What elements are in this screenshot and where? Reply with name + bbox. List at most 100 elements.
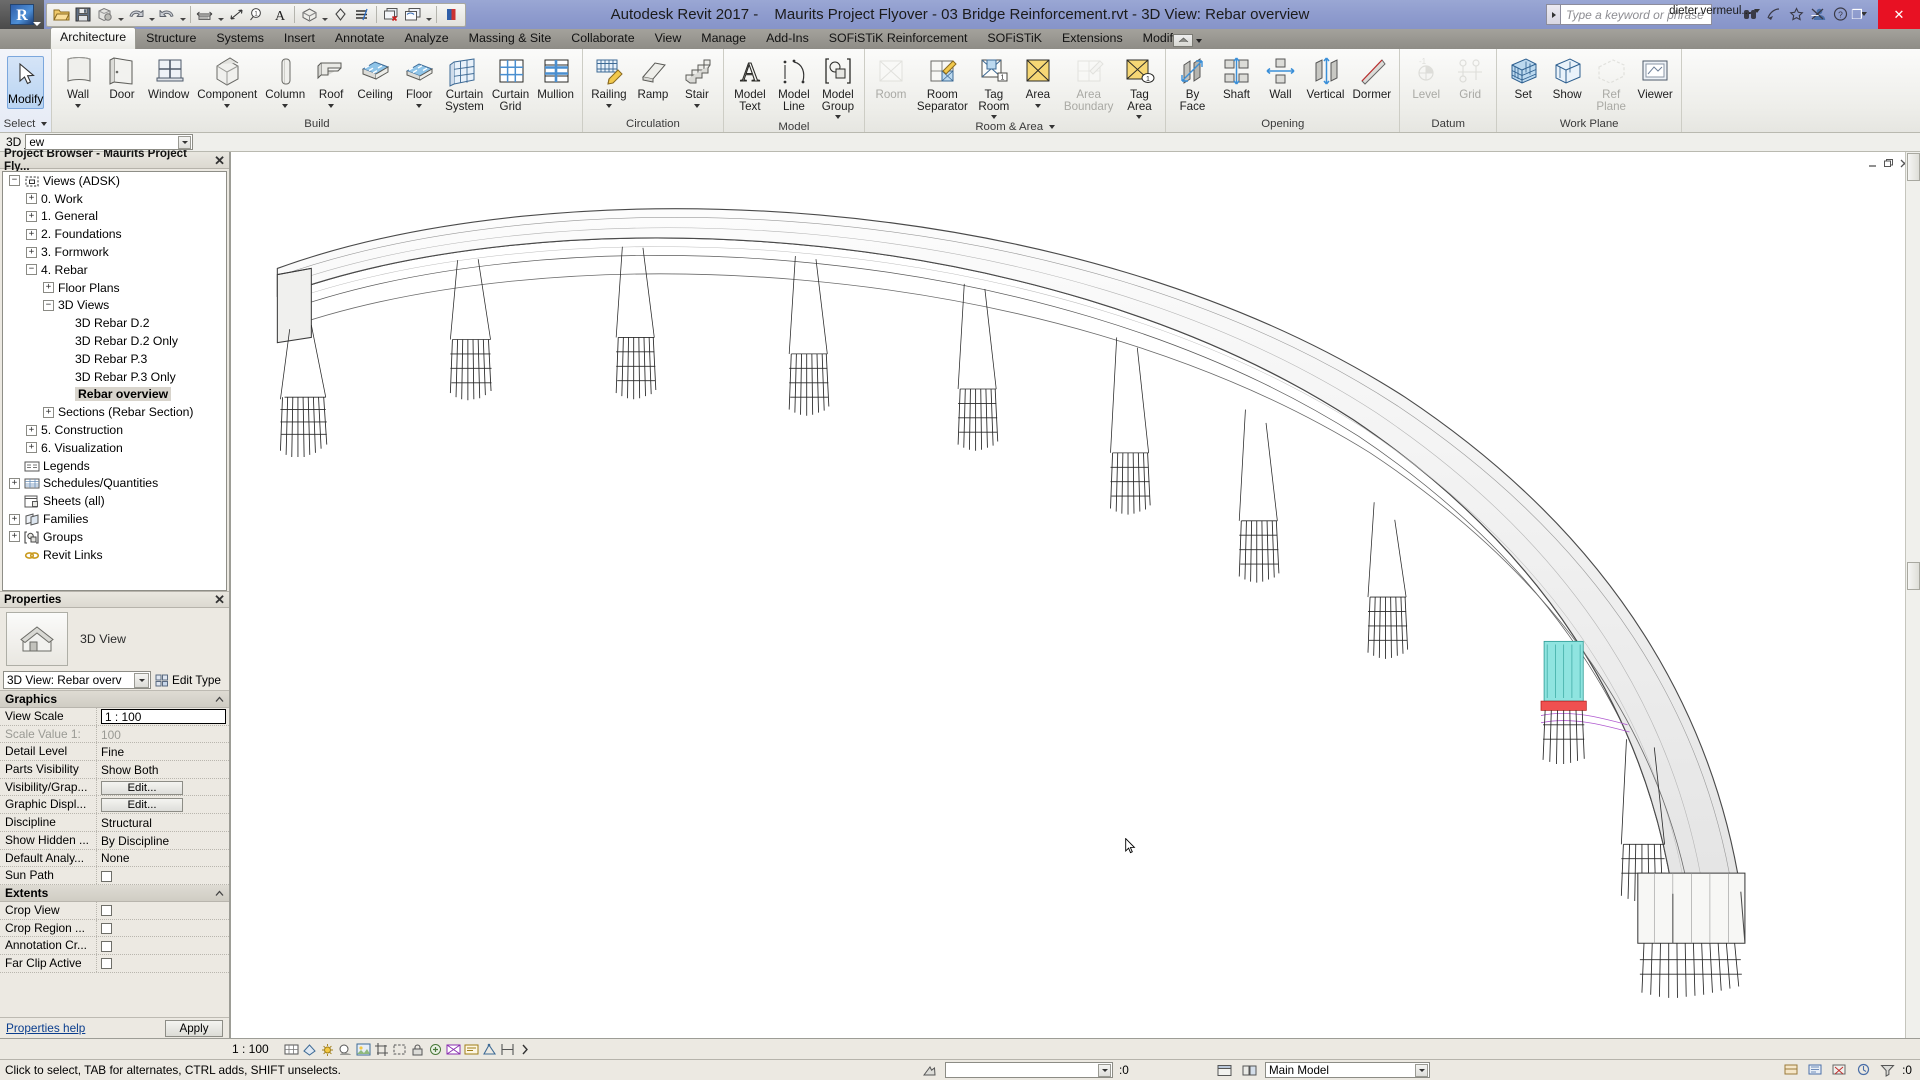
tree-item[interactable]: Sheets (all): [3, 492, 226, 510]
modify-button[interactable]: Modify: [7, 56, 45, 109]
thin-lines-icon[interactable]: [351, 4, 373, 25]
property-row[interactable]: Crop Region ...: [0, 919, 229, 938]
export-dropdown-icon[interactable]: [116, 5, 125, 25]
property-row[interactable]: Detail Level Fine: [0, 743, 229, 762]
chevron-down-icon[interactable]: [328, 103, 335, 108]
ribbon-button-ramp[interactable]: Ramp: [631, 52, 675, 104]
property-checkbox[interactable]: [101, 922, 112, 934]
design-options-icon[interactable]: [1241, 1062, 1258, 1079]
default-3d-view-icon[interactable]: [298, 4, 320, 25]
view-scale-label[interactable]: 1 : 100: [232, 1042, 269, 1056]
expand-icon[interactable]: +: [26, 193, 37, 205]
property-row[interactable]: Graphic Displ... Edit...: [0, 796, 229, 815]
vertical-scrollbar[interactable]: [1905, 152, 1920, 1038]
tab-analyze[interactable]: Analyze: [395, 29, 459, 49]
property-value-cell[interactable]: [97, 919, 229, 937]
property-group-graphics[interactable]: Graphics: [0, 691, 229, 708]
properties-table[interactable]: Graphics View Scale 1 : 100 Scale Value 1: 1…: [0, 690, 229, 1017]
analytical-model-icon[interactable]: [481, 1040, 498, 1059]
tab-structure[interactable]: Structure: [136, 29, 206, 49]
press-drag-icon[interactable]: [921, 1062, 938, 1079]
chevron-down-icon[interactable]: [178, 136, 192, 149]
redo-dropdown-icon[interactable]: [178, 5, 187, 25]
chevron-down-icon[interactable]: [834, 115, 841, 120]
tree-item[interactable]: 3D Rebar D.2 Only: [3, 332, 226, 350]
property-value-cell[interactable]: None: [97, 849, 229, 867]
ribbon-button-curtain-grid[interactable]: Curtain Grid: [488, 52, 533, 115]
tree-item[interactable]: −3D Views: [3, 297, 226, 315]
tree-item[interactable]: −4. Rebar: [3, 261, 226, 279]
visual-style-icon[interactable]: [301, 1040, 318, 1059]
ribbon-button-tag-room[interactable]: 1 Tag Room: [972, 52, 1016, 121]
ribbon-button-column[interactable]: Column: [261, 52, 309, 110]
expand-icon[interactable]: +: [26, 210, 37, 222]
ribbon-minimize-icon[interactable]: [1173, 34, 1193, 47]
ribbon-button-window[interactable]: Window: [144, 52, 193, 104]
shadows-icon[interactable]: [337, 1040, 354, 1059]
ribbon-button-model-group[interactable]: Model Group: [816, 52, 860, 121]
tab-extensions[interactable]: Extensions: [1052, 29, 1133, 49]
undo-icon[interactable]: [125, 4, 147, 25]
ribbon-button-viewer[interactable]: Viewer: [1633, 52, 1677, 104]
close-icon[interactable]: ✕: [214, 593, 225, 606]
tree-item[interactable]: Legends: [3, 457, 226, 475]
property-checkbox[interactable]: [101, 958, 112, 970]
ribbon-button-tag-area[interactable]: 1 Tag Area: [1117, 52, 1161, 121]
chevron-down-icon[interactable]: [41, 121, 48, 126]
temporary-view-properties-icon[interactable]: [463, 1040, 480, 1059]
property-value-cell[interactable]: Structural: [97, 814, 229, 831]
expand-icon[interactable]: +: [26, 424, 37, 436]
ribbon-button-shaft[interactable]: Shaft: [1214, 52, 1258, 104]
tab-systems[interactable]: Systems: [206, 29, 274, 49]
crop-view-icon[interactable]: [373, 1040, 390, 1059]
export-icon[interactable]: [94, 4, 116, 25]
chevron-down-icon[interactable]: [75, 103, 81, 108]
property-edit-button[interactable]: Edit...: [101, 780, 183, 795]
ribbon-display-options[interactable]: [1173, 34, 1202, 47]
property-row[interactable]: Parts Visibility Show Both: [0, 761, 229, 779]
expand-icon[interactable]: +: [26, 442, 37, 454]
collapse-icon[interactable]: −: [43, 299, 54, 311]
tag-icon[interactable]: 1: [247, 4, 269, 25]
property-row[interactable]: Discipline Structural: [0, 814, 229, 832]
ribbon-button-curtain-system[interactable]: Curtain System: [441, 52, 488, 115]
switch-windows-dropdown-icon[interactable]: [424, 5, 433, 25]
search-dropdown-icon[interactable]: [1546, 4, 1560, 25]
tab-annotate[interactable]: Annotate: [325, 29, 395, 49]
tree-item[interactable]: + Schedules/Quantities: [3, 475, 226, 493]
view-dropdown-icon[interactable]: [320, 5, 329, 25]
property-group-extents[interactable]: Extents: [0, 884, 229, 902]
property-value-cell[interactable]: 100: [97, 725, 229, 743]
chevron-down-icon[interactable]: [990, 115, 997, 120]
tree-item[interactable]: 3D Rebar P.3 Only: [3, 368, 226, 386]
minimize-button[interactable]: –: [1794, 0, 1836, 29]
tree-item[interactable]: − Views (ADSK): [3, 172, 226, 190]
status-selector[interactable]: [945, 1062, 1113, 1078]
detail-level-icon[interactable]: [283, 1040, 300, 1059]
communication-center-icon[interactable]: [1765, 4, 1782, 24]
ribbon-button-dormer[interactable]: Dormer: [1349, 52, 1396, 104]
more-icon[interactable]: [440, 4, 462, 25]
measure-icon[interactable]: [194, 4, 216, 25]
render-dialog-icon[interactable]: [355, 1040, 372, 1059]
scrollbar-thumb-top[interactable]: [1907, 153, 1920, 181]
expand-icon[interactable]: +: [9, 477, 20, 489]
chevron-down-icon[interactable]: [134, 673, 149, 688]
ribbon-button-show[interactable]: Show: [1545, 52, 1589, 104]
chevron-down-icon[interactable]: [1196, 38, 1202, 43]
tree-item[interactable]: +0. Work: [3, 190, 226, 208]
property-row[interactable]: Scale Value 1: 100: [0, 725, 229, 744]
aligned-dimension-icon[interactable]: [225, 4, 247, 25]
ribbon-button-ceiling[interactable]: Ceiling: [353, 52, 397, 104]
expand-icon[interactable]: +: [9, 531, 20, 543]
property-row[interactable]: Far Clip Active: [0, 954, 229, 973]
tree-item[interactable]: +6. Visualization: [3, 439, 226, 457]
close-hidden-windows-icon[interactable]: [380, 4, 402, 25]
property-checkbox[interactable]: [101, 905, 112, 917]
collapse-icon[interactable]: −: [26, 264, 37, 276]
property-row[interactable]: View Scale 1 : 100: [0, 708, 229, 726]
ribbon-button-railing[interactable]: Railing: [587, 52, 631, 110]
expand-icon[interactable]: +: [43, 282, 54, 294]
tab-sofistik[interactable]: SOFiSTiK: [977, 29, 1052, 49]
tab-view[interactable]: View: [645, 29, 692, 49]
